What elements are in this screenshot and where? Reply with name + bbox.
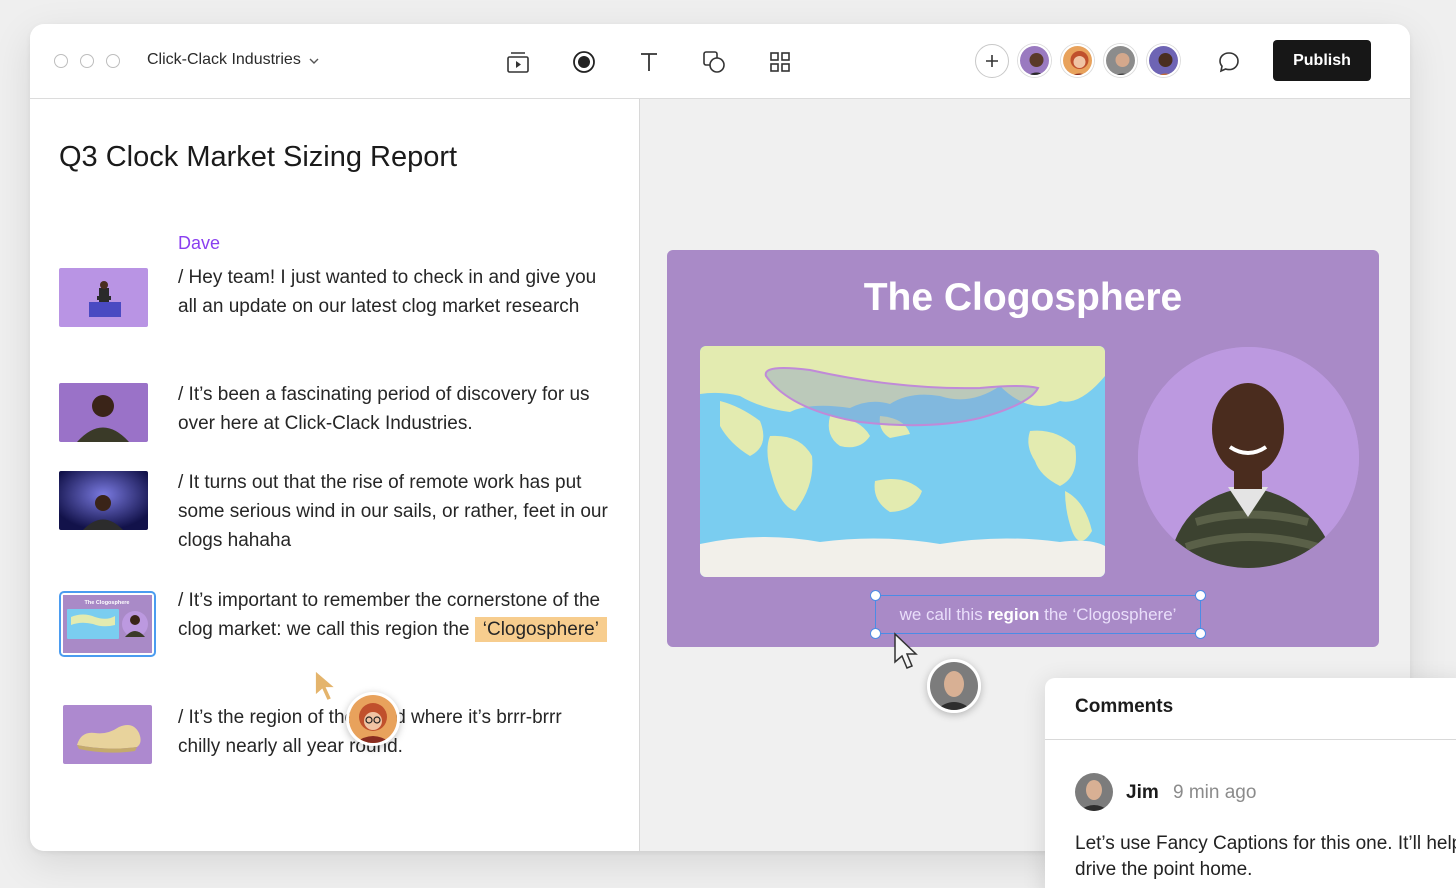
close-window-button[interactable] (54, 54, 68, 68)
presenter-image (1138, 347, 1359, 568)
avatar[interactable] (1075, 773, 1113, 811)
comment-author-avatar (1075, 773, 1113, 811)
collaborator-cursor-icon (314, 668, 339, 703)
collaborator-avatar (927, 659, 981, 713)
collaborator-avatar-image (349, 695, 397, 743)
avatar-image (1020, 46, 1049, 75)
scene-thumbnail[interactable] (63, 705, 152, 764)
resize-handle[interactable] (1195, 628, 1206, 639)
avatar-image (1063, 46, 1092, 75)
collaborator-avatar (346, 692, 400, 746)
comment-author[interactable]: Jim (1126, 782, 1159, 804)
grid-icon (770, 52, 790, 72)
scene-image (59, 383, 148, 442)
shapes-tool-button[interactable] (696, 44, 732, 80)
script-line[interactable]: / It’s been a fascinating period of disc… (178, 380, 608, 438)
text-icon (641, 53, 657, 71)
top-toolbar: Click-Clack Industries Publish (30, 24, 1410, 99)
avatar[interactable] (1061, 44, 1094, 77)
caption-post: the ‘Clogosphere’ (1039, 604, 1177, 624)
world-map-image[interactable] (700, 346, 1105, 577)
slide-title[interactable]: The Clogosphere (667, 276, 1379, 320)
avatar[interactable] (1018, 44, 1051, 77)
comment-icon (1219, 52, 1239, 73)
add-collaborator-button[interactable] (975, 44, 1009, 78)
caption-keyword: region (987, 604, 1040, 624)
workspace-switcher[interactable]: Click-Clack Industries (147, 51, 319, 69)
avatar-image (1106, 46, 1135, 75)
script-line[interactable]: / It turns out that the rise of remote w… (178, 468, 608, 555)
minimize-window-button[interactable] (80, 54, 94, 68)
script-line[interactable]: / Hey team! I just wanted to check in an… (178, 263, 608, 321)
resize-handle[interactable] (870, 628, 881, 639)
cursor-icon (894, 632, 918, 669)
record-tool-button[interactable] (566, 44, 602, 80)
script-line[interactable]: / It’s important to remember the corners… (178, 586, 608, 644)
scene-thumbnail[interactable] (59, 268, 148, 327)
shapes-icon (703, 51, 725, 73)
avatar[interactable] (1147, 44, 1180, 77)
maximize-window-button[interactable] (106, 54, 120, 68)
media-icon (507, 52, 529, 73)
plus-icon (986, 55, 998, 67)
scene-thumbnail[interactable] (59, 383, 148, 442)
scene-thumbnail-selected[interactable]: The Clogosphere (59, 591, 156, 657)
media-tool-button[interactable] (500, 44, 536, 80)
workspace-name: Click-Clack Industries (147, 51, 301, 68)
collaborator-avatar-image (930, 662, 978, 710)
comments-panel: Comments Jim 9 min ago Let’s use Fancy C… (1045, 678, 1456, 888)
resize-handle[interactable] (1195, 590, 1206, 601)
scene-thumbnail[interactable] (59, 471, 148, 530)
publish-button[interactable]: Publish (1273, 40, 1371, 81)
resize-handle[interactable] (870, 590, 881, 601)
scene-image (59, 268, 148, 327)
scene-image (59, 471, 148, 530)
comments-toggle-button[interactable] (1211, 44, 1247, 80)
comment-timestamp: 9 min ago (1173, 782, 1257, 803)
slide-thumbnail-image: The Clogosphere (63, 595, 152, 653)
highlighted-keyword[interactable]: ‘Clogosphere’ (474, 617, 607, 642)
avatar-image (1149, 46, 1178, 75)
slide-canvas[interactable]: The Clogosphere we call this region the … (667, 250, 1379, 647)
presenter-video[interactable] (1138, 347, 1359, 568)
comment-body: Let’s use Fancy Captions for this one. I… (1075, 833, 1456, 880)
chevron-down-icon (309, 58, 319, 64)
slide-thumbnail-title: The Clogosphere (85, 600, 130, 606)
comments-title: Comments (1045, 678, 1456, 740)
speaker-label[interactable]: Dave (178, 233, 220, 254)
grid-tool-button[interactable] (762, 44, 798, 80)
script-pane: Q3 Clock Market Sizing Report Dave / Hey… (30, 99, 640, 851)
record-icon (573, 51, 595, 73)
window-controls (54, 54, 120, 68)
clog-image (63, 705, 152, 764)
world-map (700, 346, 1105, 577)
text-tool-button[interactable] (631, 44, 667, 80)
caption-text-box[interactable]: we call this region the ‘Clogosphere’ (870, 590, 1206, 639)
avatar[interactable] (1104, 44, 1137, 77)
document-title[interactable]: Q3 Clock Market Sizing Report (59, 141, 457, 174)
caption-pre: we call this (899, 604, 988, 624)
